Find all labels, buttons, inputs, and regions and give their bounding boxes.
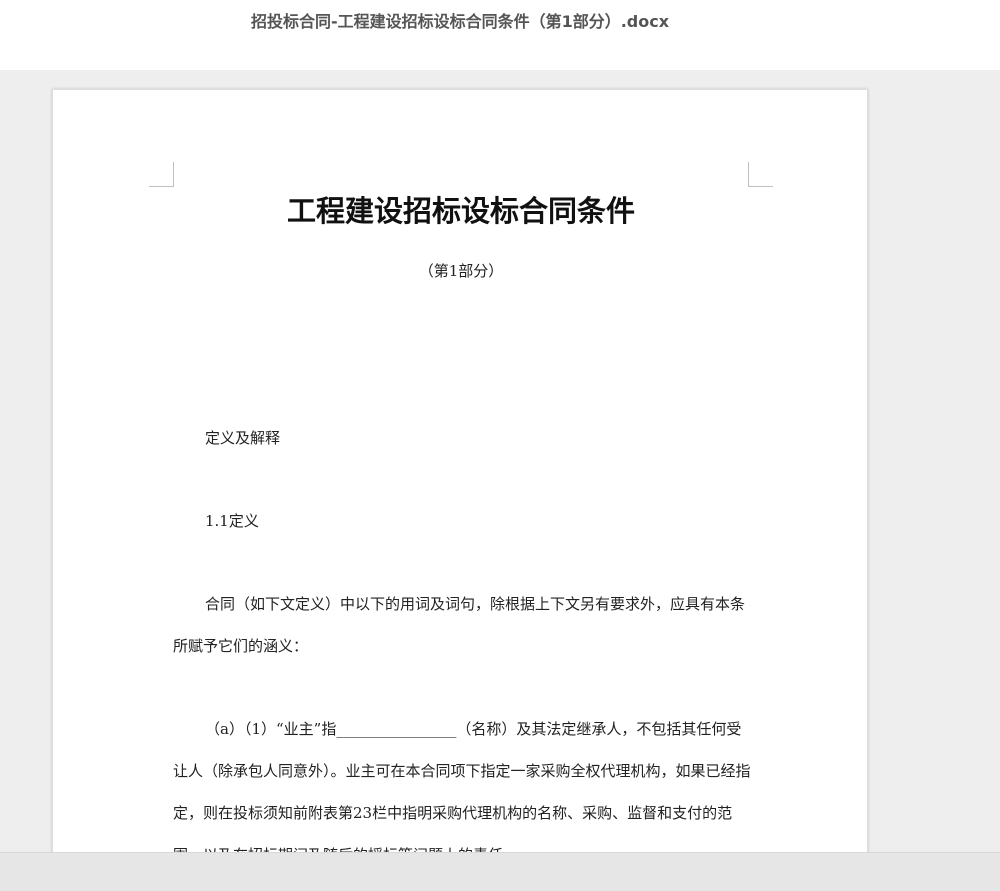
document-page: 工程建设招标设标合同条件 （第1部分） 定义及解释 1.1定义 合同（如下文定义… <box>52 89 868 852</box>
paragraph-section-1-1: 1.1定义 <box>205 512 259 530</box>
margin-corner-mark-left <box>149 162 174 187</box>
margin-corner-mark-right <box>748 162 773 187</box>
page-subtitle: （第1部分） <box>418 262 504 280</box>
paragraph-owner-definition: （a）（1）“业主”指________________（名称）及其法定继承人，不… <box>173 720 751 852</box>
bottom-toolbar <box>0 852 1000 891</box>
title-bar: 招投标合同-工程建设招标设标合同条件（第1部分）.docx <box>0 0 1000 70</box>
paragraph-definitions-heading: 定义及解释 <box>205 429 281 447</box>
document-filename: 招投标合同-工程建设招标设标合同条件（第1部分）.docx <box>250 12 670 31</box>
document-viewer[interactable]: 工程建设招标设标合同条件 （第1部分） 定义及解释 1.1定义 合同（如下文定义… <box>0 70 1000 852</box>
paragraph-definitions-intro: 合同（如下文定义）中以下的用词及词句，除根据上下文另有要求外，应具有本条所赋予它… <box>173 595 746 655</box>
page-title: 工程建设招标设标合同条件 <box>286 194 635 228</box>
